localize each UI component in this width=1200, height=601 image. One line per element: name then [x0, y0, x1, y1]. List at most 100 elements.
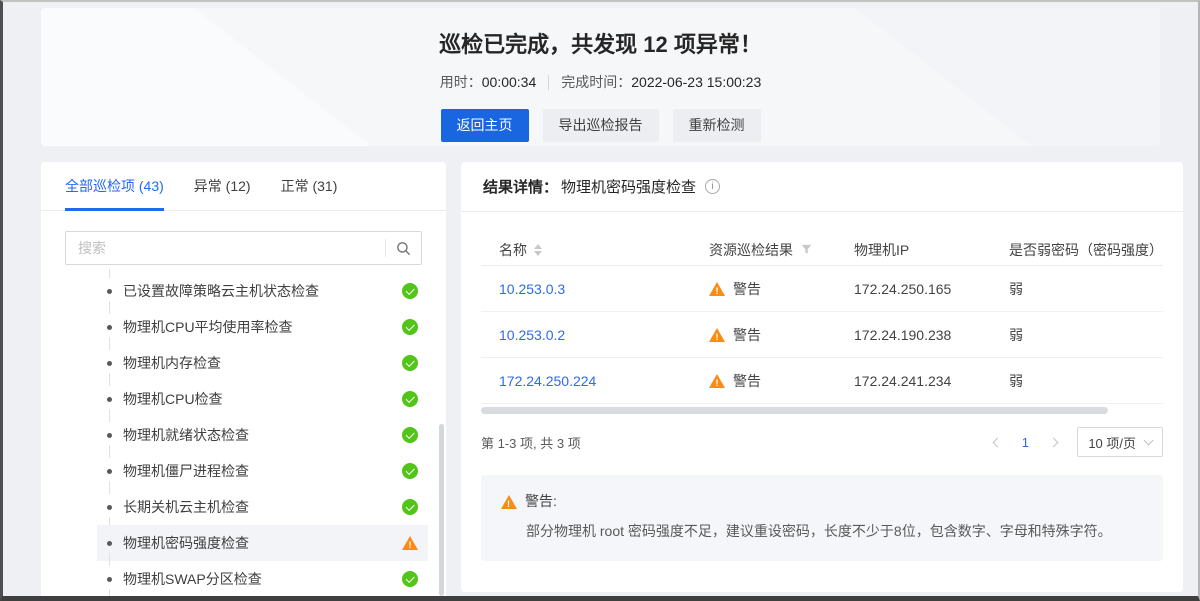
- back-home-button[interactable]: 返回主页: [441, 109, 529, 142]
- bullet-icon: [107, 541, 112, 546]
- check-list: 已设置故障策略云主机状态检查 物理机CPU平均使用率检查 物理机内存检查 物理机…: [41, 273, 446, 596]
- action-bar: 返回主页 导出巡检报告 重新检测: [41, 109, 1160, 142]
- finish-time: 完成时间：2022-06-23 15:00:23: [561, 72, 761, 92]
- column-result: 资源巡检结果: [691, 240, 836, 260]
- column-weak-password: 是否弱密码（密码强度）: [991, 240, 1163, 260]
- warning-header: 警告:: [501, 491, 1143, 511]
- page-size-select[interactable]: 10 项/页: [1077, 427, 1163, 457]
- status-icon: [402, 499, 418, 515]
- search-box: [65, 231, 422, 265]
- warning-icon: [709, 373, 725, 389]
- result-table: 名称 资源巡检结果 物理机IP 是否弱密码（密码强度） 10.253.0.3: [481, 234, 1163, 414]
- warning-icon: [709, 281, 725, 297]
- horizontal-scrollbar[interactable]: [481, 407, 1108, 414]
- bullet-icon: [107, 433, 112, 438]
- next-page-button[interactable]: [1041, 430, 1065, 454]
- host-ip: 172.24.250.165: [854, 281, 951, 297]
- column-ip: 物理机IP: [836, 240, 991, 260]
- check-item-label: 物理机僵尸进程检查: [123, 461, 249, 481]
- status-icon: [402, 571, 418, 587]
- search-divider: [385, 239, 386, 257]
- vertical-scrollbar[interactable]: [439, 424, 444, 596]
- current-page[interactable]: 1: [1013, 430, 1037, 454]
- table-row: 10.253.0.3 警告 172.24.250.165 弱: [481, 266, 1163, 312]
- pagination-bar: 第 1-3 项, 共 3 项 1 10 项/页: [481, 427, 1163, 457]
- recheck-button[interactable]: 重新检测: [673, 109, 761, 142]
- list-item[interactable]: 物理机就绪状态检查: [97, 417, 428, 453]
- tab-all-items[interactable]: 全部巡检项 (43): [65, 162, 164, 211]
- warning-title: 警告:: [525, 491, 557, 511]
- list-item[interactable]: 物理机内存检查: [97, 345, 428, 381]
- tab-normal[interactable]: 正常 (31): [281, 162, 338, 211]
- result-text: 警告: [733, 371, 761, 391]
- column-ip-label: 物理机IP: [854, 240, 909, 260]
- list-item[interactable]: 已设置故障策略云主机状态检查: [97, 273, 428, 309]
- pagination-summary: 第 1-3 项, 共 3 项: [481, 433, 581, 452]
- host-name-link[interactable]: 172.24.250.224: [499, 373, 596, 389]
- weak-password-value: 弱: [1009, 325, 1023, 345]
- page-size-value: 10 项/页: [1088, 433, 1136, 452]
- duration-label: 用时：: [440, 74, 482, 90]
- status-icon: [402, 427, 418, 443]
- check-item-label: 长期关机云主机检查: [123, 497, 249, 517]
- check-item-label: 物理机CPU检查: [123, 389, 223, 409]
- bullet-icon: [107, 361, 112, 366]
- warning-panel: 警告: 部分物理机 root 密码强度不足，建议重设密码，长度不少于8位，包含数…: [481, 475, 1163, 561]
- bullet-icon: [107, 325, 112, 330]
- bullet-icon: [107, 577, 112, 582]
- search-icon[interactable]: [396, 241, 411, 256]
- search-input[interactable]: [76, 239, 379, 257]
- chevron-down-icon: [1144, 435, 1154, 445]
- check-list-panel: 全部巡检项 (43) 异常 (12) 正常 (31) 已设置故障策略云主机状态检…: [41, 162, 446, 596]
- list-item[interactable]: 长期关机云主机检查: [97, 489, 428, 525]
- list-item[interactable]: 物理机CPU检查: [97, 381, 428, 417]
- duration: 用时：00:00:34: [440, 72, 537, 92]
- host-name-link[interactable]: 10.253.0.2: [499, 327, 565, 343]
- table-header-row: 名称 资源巡检结果 物理机IP 是否弱密码（密码强度）: [481, 234, 1163, 266]
- weak-password-value: 弱: [1009, 371, 1023, 391]
- tab-abnormal[interactable]: 异常 (12): [194, 162, 251, 211]
- status-icon: [402, 319, 418, 335]
- list-item[interactable]: 物理机SWAP分区检查: [97, 561, 428, 596]
- prev-page-button[interactable]: [985, 430, 1009, 454]
- sort-icon[interactable]: [534, 244, 542, 256]
- weak-password-value: 弱: [1009, 279, 1023, 299]
- bullet-icon: [107, 505, 112, 510]
- export-report-button[interactable]: 导出巡检报告: [543, 109, 659, 142]
- check-item-label: 已设置故障策略云主机状态检查: [123, 281, 319, 301]
- result-text: 警告: [733, 279, 761, 299]
- warning-icon: [709, 327, 725, 343]
- column-name: 名称: [481, 240, 691, 260]
- detail-title-value: 物理机密码强度检查: [561, 176, 696, 197]
- check-item-label: 物理机密码强度检查: [123, 533, 249, 553]
- horizontal-scrollbar-track: [481, 407, 1163, 414]
- check-item-label: 物理机SWAP分区检查: [123, 569, 262, 589]
- pager-controls: 1 10 项/页: [985, 427, 1163, 457]
- title-suffix: 项异常！: [668, 32, 762, 57]
- result-detail-panel: 结果详情： 物理机密码强度检查 名称 资源巡检结果 物理机IP: [461, 162, 1183, 592]
- detail-header: 结果详情： 物理机密码强度检查: [461, 162, 1183, 212]
- status-icon: [402, 355, 418, 371]
- table-row: 10.253.0.2 警告 172.24.190.238 弱: [481, 312, 1163, 358]
- list-item[interactable]: 物理机CPU平均使用率检查: [97, 309, 428, 345]
- status-icon: [402, 391, 418, 407]
- anomaly-count: 12: [643, 32, 667, 57]
- check-item-label: 物理机CPU平均使用率检查: [123, 317, 293, 337]
- page-title: 巡检已完成，共发现 12 项异常！: [41, 27, 1160, 59]
- filter-icon[interactable]: [801, 244, 812, 255]
- bullet-icon: [107, 397, 112, 402]
- bullet-icon: [107, 289, 112, 294]
- list-item[interactable]: 物理机僵尸进程检查: [97, 453, 428, 489]
- info-icon[interactable]: [705, 179, 720, 194]
- title-prefix: 巡检已完成，共发现: [439, 32, 643, 57]
- app-window: 巡检已完成，共发现 12 项异常！ 用时：00:00:34 完成时间：2022-…: [0, 0, 1200, 601]
- warning-message: 部分物理机 root 密码强度不足，建议重设密码，长度不少于8位，包含数字、字母…: [526, 521, 1143, 543]
- finish-time-label: 完成时间：: [561, 74, 631, 90]
- check-item-label: 物理机就绪状态检查: [123, 425, 249, 445]
- meta-divider: [548, 75, 549, 90]
- result-text: 警告: [733, 325, 761, 345]
- host-name-link[interactable]: 10.253.0.3: [499, 281, 565, 297]
- column-name-label: 名称: [499, 240, 527, 260]
- list-item-selected[interactable]: 物理机密码强度检查: [97, 525, 428, 561]
- warning-icon: [402, 535, 418, 551]
